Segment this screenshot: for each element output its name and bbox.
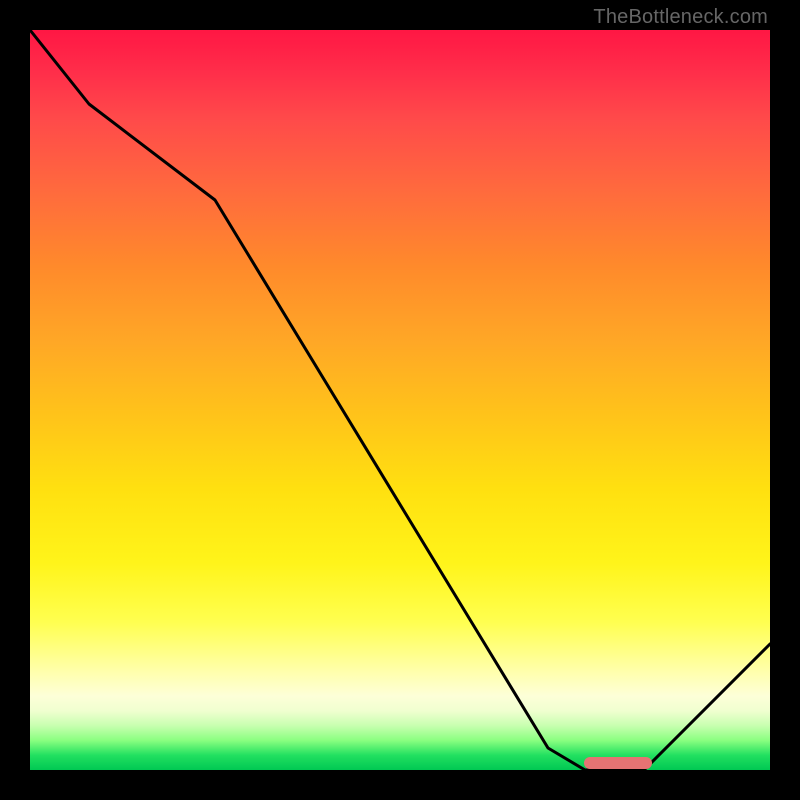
- optimal-range-marker: [584, 757, 652, 769]
- attribution-text: TheBottleneck.com: [593, 6, 768, 29]
- chart-container: TheBottleneck.com: [0, 0, 800, 800]
- plot-gradient-background: [30, 30, 770, 770]
